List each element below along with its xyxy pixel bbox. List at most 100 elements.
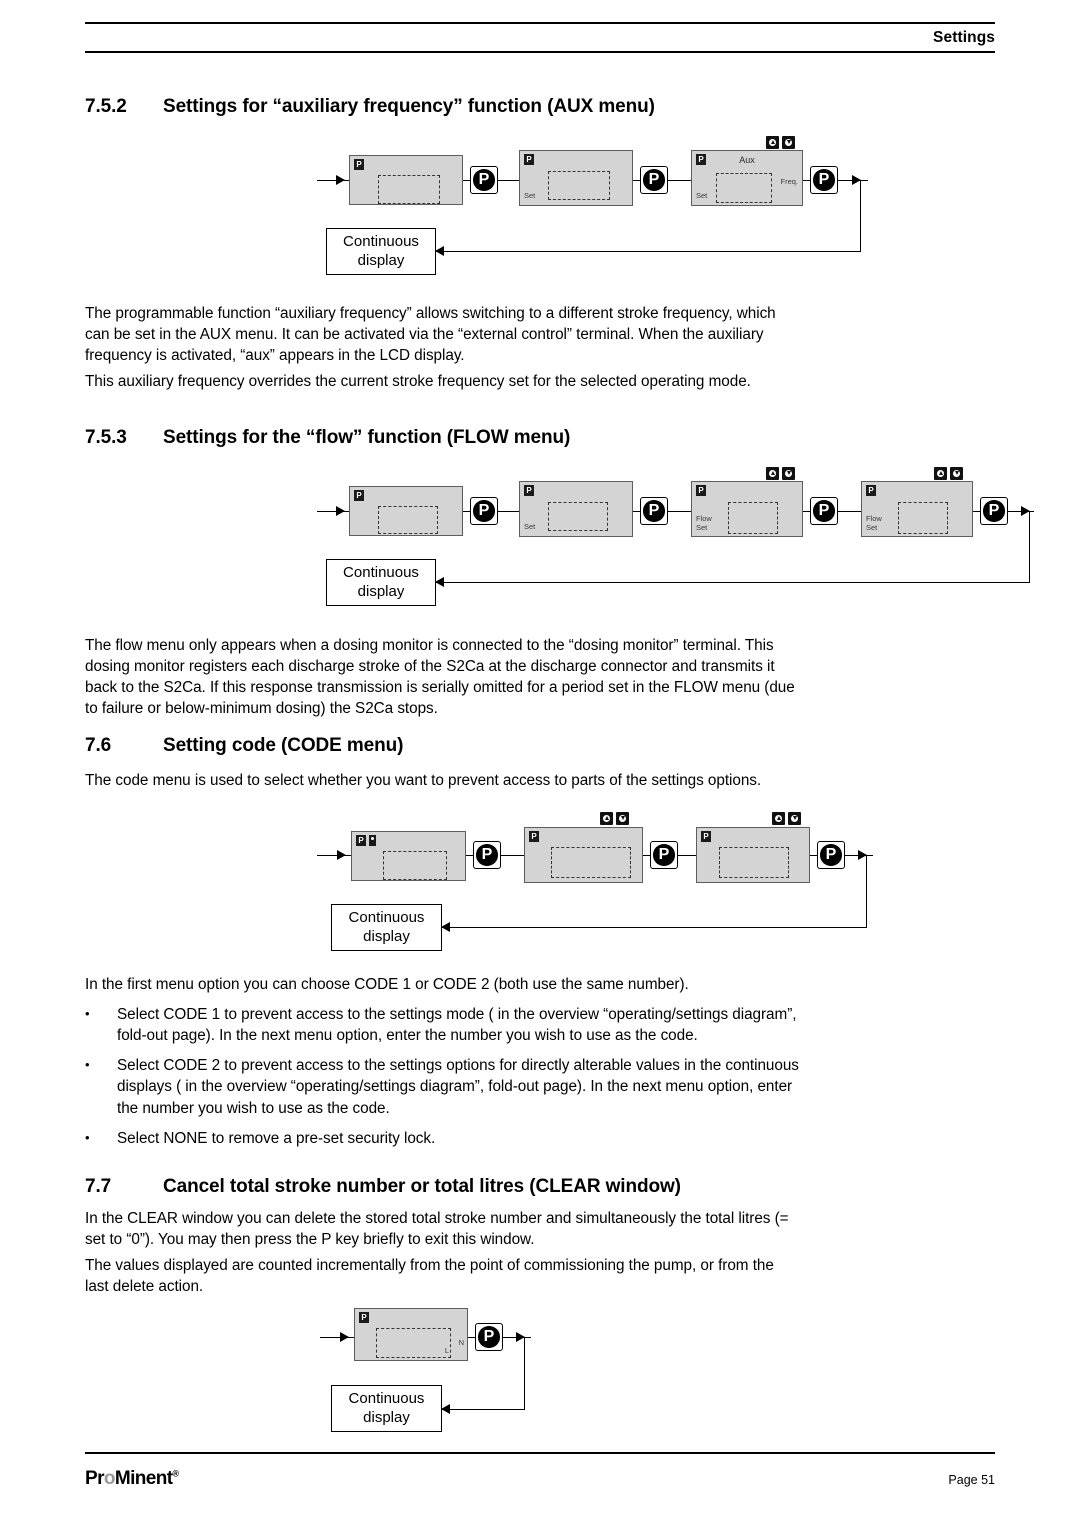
p-key-button-10[interactable] — [817, 841, 845, 869]
aux-panel-3[interactable]: P Aux Freq. Set — [691, 150, 803, 206]
flow-loop-hline — [436, 582, 1030, 583]
section-code-heading: 7.6 Setting code (CODE menu) — [85, 735, 1025, 757]
clear-paragraph-1-wrap: In the CLEAR window you can delete the s… — [85, 1208, 800, 1250]
logo-registered-mark: ® — [172, 1468, 180, 1479]
arrow-keys-code-2[interactable] — [772, 812, 801, 825]
flow-link-6 — [838, 511, 862, 512]
flow-entry-arrowhead — [336, 506, 345, 516]
arrow-keys-flow-2[interactable] — [934, 467, 963, 480]
heading-76: 7.6 Setting code (CODE menu) — [85, 735, 1025, 757]
p-key-button-5[interactable] — [640, 497, 668, 525]
heading-753-number: 7.5.3 — [85, 427, 127, 448]
arrow-keys-flow-1[interactable] — [766, 467, 795, 480]
aux-paragraph-2: This auxiliary frequency overrides the c… — [85, 373, 751, 390]
lcd-value-dashbox — [719, 847, 789, 878]
panel-label-n: N — [458, 1338, 464, 1347]
arrow-down-icon[interactable] — [950, 467, 963, 480]
lcd-value-dashbox — [548, 171, 610, 200]
aux-panel-2[interactable]: P Set — [519, 150, 633, 206]
panel-label-set: Set — [866, 523, 878, 533]
panel-label-set: Set — [696, 523, 708, 533]
panel-label-aux: Aux — [739, 155, 755, 165]
page-number: Page 51 — [948, 1473, 995, 1487]
continuous-display-line1: Continuous — [348, 1389, 425, 1407]
aux-paragraph-1-wrap: The programmable function “auxiliary fre… — [85, 303, 800, 366]
code-loop-vline — [866, 855, 867, 927]
code-panel-2[interactable]: P — [524, 827, 643, 883]
flow-panel-3[interactable]: P Flow Set — [691, 481, 803, 537]
clear-paragraph-2: The values displayed are counted increme… — [85, 1257, 774, 1296]
logo-text-post: Minent — [114, 1468, 173, 1489]
arrow-down-icon[interactable] — [782, 467, 795, 480]
arrow-up-icon[interactable] — [766, 467, 779, 480]
arrow-down-icon[interactable] — [782, 136, 795, 149]
code-after-diagram-wrap: In the first menu option you can choose … — [85, 974, 800, 1149]
aux-continuous-display: Continuous display — [326, 228, 436, 275]
p-key-button-3[interactable] — [810, 166, 838, 194]
p-badge-icon: P — [524, 154, 534, 165]
p-key-button-8[interactable] — [473, 841, 501, 869]
lock-icon — [369, 835, 376, 846]
panel-label-freq: Freq. — [780, 177, 798, 186]
heading-753-title: Settings for the “flow” function (FLOW m… — [163, 427, 571, 448]
panel-label-set: Set — [524, 191, 536, 201]
page-footer: ProMinent® Page 51 — [85, 1452, 995, 1490]
code-continuous-display: Continuous display — [331, 904, 442, 951]
clear-continuous-display: Continuous display — [331, 1385, 442, 1432]
bullet-marker: • — [85, 1006, 90, 1022]
clear-panel-1[interactable]: P N L — [354, 1308, 468, 1361]
list-item: • Select CODE 1 to prevent access to the… — [85, 1004, 800, 1046]
bullet-marker: • — [85, 1129, 90, 1145]
lcd-value-dashbox — [898, 502, 948, 534]
aux-loop-vline — [860, 180, 861, 251]
p-key-button-1[interactable] — [470, 166, 498, 194]
arrow-down-icon[interactable] — [788, 812, 801, 825]
heading-77-number: 7.7 — [85, 1176, 112, 1197]
arrow-up-icon[interactable] — [934, 467, 947, 480]
heading-77-title: Cancel total stroke number or total litr… — [163, 1176, 681, 1197]
aux-link-4 — [668, 180, 692, 181]
p-key-button-6[interactable] — [810, 497, 838, 525]
code-loop-hline — [442, 927, 867, 928]
arrow-down-icon[interactable] — [616, 812, 629, 825]
bullet-text-3: Select NONE to remove a pre-set security… — [117, 1129, 436, 1147]
flow-paragraph-1: The flow menu only appears when a dosing… — [85, 637, 795, 718]
lcd-value-dashbox — [551, 847, 631, 878]
aux-paragraph-1: The programmable function “auxiliary fre… — [85, 305, 776, 365]
arrow-up-icon[interactable] — [600, 812, 613, 825]
flow-panel-4[interactable]: P Flow Set — [861, 481, 973, 537]
clear-loop-hline — [442, 1409, 525, 1410]
flow-panel-1[interactable]: P — [349, 486, 463, 536]
flow-panel-2[interactable]: P Set — [519, 481, 633, 537]
arrow-keys-aux[interactable] — [766, 136, 795, 149]
clear-entry-arrowhead — [340, 1332, 349, 1342]
clear-paragraph-2-wrap: The values displayed are counted increme… — [85, 1255, 800, 1297]
code-entry-arrowhead — [337, 850, 346, 860]
flow-loop-arrowhead — [435, 577, 444, 587]
arrow-keys-code-1[interactable] — [600, 812, 629, 825]
lcd-value-dashbox — [548, 502, 608, 531]
arrow-up-icon[interactable] — [772, 812, 785, 825]
p-badge-icon: P — [701, 831, 711, 842]
arrow-up-icon[interactable] — [766, 136, 779, 149]
document-page: Settings 7.5.2 Settings for “auxiliary f… — [0, 0, 1080, 1528]
clear-loop-arrowhead — [441, 1404, 450, 1414]
p-key-button-2[interactable] — [640, 166, 668, 194]
code-bullet-list: • Select CODE 1 to prevent access to the… — [85, 1004, 800, 1149]
p-key-button-7[interactable] — [980, 497, 1008, 525]
p-key-button-4[interactable] — [470, 497, 498, 525]
code-after-diagram: In the first menu option you can choose … — [85, 976, 689, 993]
flow-link-2 — [498, 511, 520, 512]
code-panel-1[interactable]: P — [351, 831, 466, 881]
flow-paragraph-1-wrap: The flow menu only appears when a dosing… — [85, 635, 800, 719]
p-badge-icon: P — [524, 485, 534, 496]
bullet-text-1: Select CODE 1 to prevent access to the s… — [117, 1006, 797, 1045]
lcd-value-dashbox — [728, 502, 778, 534]
panel-label-l: L — [444, 1346, 449, 1356]
p-key-button-9[interactable] — [650, 841, 678, 869]
code-link-2 — [501, 855, 525, 856]
aux-panel-1[interactable]: P — [349, 155, 463, 205]
code-panel-3[interactable]: P — [696, 827, 810, 883]
continuous-display-line1: Continuous — [343, 232, 419, 250]
p-key-button-11[interactable] — [475, 1323, 503, 1351]
